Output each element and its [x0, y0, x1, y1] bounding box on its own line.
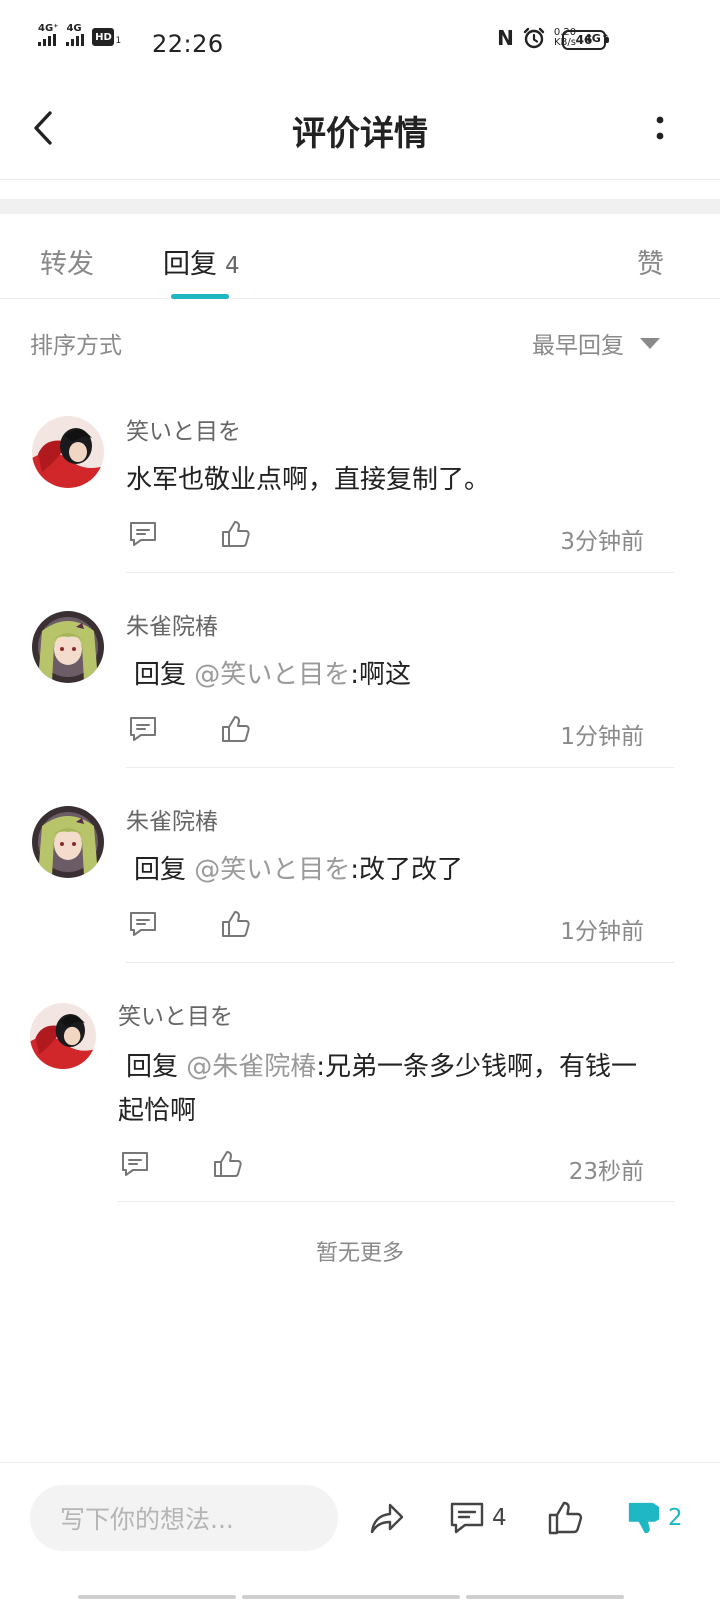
- bottom-action-bar: 写下你的想法... 4 2: [0, 1462, 720, 1605]
- comment-text: 回复 @朱雀院椿:兄弟一条多少钱啊，有钱一起恰啊: [118, 1045, 678, 1133]
- comment-text: 回复 @笑いと目を:啊这: [134, 653, 411, 697]
- thumbs-up-icon: [548, 1501, 583, 1535]
- comment-body: :兄弟一条多少钱啊，有钱一: [316, 1052, 638, 1082]
- avatar[interactable]: [32, 416, 104, 488]
- comment-username[interactable]: 笑いと目を: [118, 997, 233, 1031]
- divider: [126, 962, 674, 963]
- sort-dropdown[interactable]: 最早回复: [532, 326, 660, 360]
- comment-username[interactable]: 笑いと目を: [126, 412, 241, 446]
- tab-reply-label: 回复: [163, 249, 217, 280]
- comment-item: 朱雀院椿 回复 @笑いと目を:改了改了 1分钟前: [0, 800, 720, 965]
- comment-item: 朱雀院椿 回复 @笑いと目を:啊这 1分钟前: [0, 605, 720, 770]
- no-more-text: 暂无更多: [315, 1241, 404, 1266]
- thumbs-down-icon: [628, 1502, 660, 1534]
- gesture-bar-segment: [78, 1595, 236, 1599]
- battery-icon: 46: [562, 30, 609, 50]
- share-button[interactable]: [368, 1499, 406, 1537]
- comment-time: 3分钟前: [560, 529, 644, 555]
- divider: [118, 1201, 674, 1202]
- tab-bar: 转发 回复 4 赞: [0, 214, 720, 299]
- like-icon[interactable]: [219, 518, 251, 550]
- comment-text: 水军也敬业点啊，直接复制了。: [126, 458, 490, 502]
- comment-count: 4: [492, 1505, 507, 1531]
- signal-2-label: 4G: [66, 23, 82, 34]
- more-vertical-icon: [656, 116, 664, 140]
- more-button[interactable]: [650, 110, 670, 146]
- signal-2: 4G: [66, 23, 85, 46]
- like-button[interactable]: [546, 1499, 584, 1537]
- divider: [126, 572, 674, 573]
- comment-time: 1分钟前: [560, 919, 644, 945]
- comment-body: :改了改了: [350, 855, 464, 885]
- comment-input-placeholder: 写下你的想法...: [60, 1505, 234, 1534]
- hd-sub: 1: [115, 36, 122, 46]
- reply-icon[interactable]: [127, 713, 159, 745]
- nfc-icon: N: [497, 26, 514, 50]
- reply-icon[interactable]: [119, 1148, 151, 1180]
- status-bar: 4G⁺ 4G HD 1 22:26 N 0.20 KB/s 4G↑ 46: [0, 0, 720, 80]
- alarm-icon: [523, 27, 545, 49]
- comment-item: 笑いと目を 水军也敬业点啊，直接复制了。 3分钟前: [0, 410, 720, 575]
- dislike-count: 2: [668, 1505, 683, 1531]
- reply-icon[interactable]: [127, 908, 159, 940]
- comment-body: 水军也敬业点啊，直接复制了。: [126, 465, 491, 495]
- reply-prefix: 回复: [134, 660, 195, 690]
- mention-link[interactable]: @笑いと目を: [194, 855, 350, 885]
- gesture-bar-segment: [466, 1595, 624, 1599]
- avatar[interactable]: [32, 806, 104, 878]
- section-divider: [0, 199, 720, 214]
- comment-item: 笑いと目を 回复 @朱雀院椿:兄弟一条多少钱啊，有钱一起恰啊 23秒前: [0, 995, 720, 1205]
- battery-level: 46: [575, 33, 593, 47]
- comment-button[interactable]: 4: [448, 1499, 507, 1537]
- reply-prefix: 回复: [126, 1052, 187, 1082]
- signal-1-label: 4G⁺: [38, 23, 59, 34]
- clock: 22:26: [152, 30, 224, 58]
- like-icon[interactable]: [219, 713, 251, 745]
- signal-bars-icon: [38, 34, 56, 46]
- tab-reply[interactable]: 回复 4: [163, 242, 240, 281]
- mention-link[interactable]: @朱雀院椿: [186, 1052, 316, 1082]
- avatar[interactable]: [32, 611, 104, 683]
- active-tab-indicator: [171, 294, 229, 299]
- avatar[interactable]: [30, 1003, 96, 1069]
- sort-value: 最早回复: [532, 333, 624, 359]
- sort-label: 排序方式: [30, 333, 122, 359]
- dislike-button[interactable]: 2: [626, 1499, 683, 1537]
- tab-like[interactable]: 赞: [637, 242, 664, 281]
- signal-1: 4G⁺: [38, 24, 58, 46]
- comment-input[interactable]: 写下你的想法...: [30, 1485, 338, 1551]
- reply-prefix: 回复: [134, 855, 195, 885]
- mention-link[interactable]: @笑いと目を: [194, 660, 350, 690]
- comment-time: 23秒前: [568, 1159, 644, 1185]
- divider: [126, 767, 674, 768]
- comment-body-line2: 起恰啊: [118, 1096, 197, 1126]
- page-title: 评价详情: [292, 114, 428, 154]
- signal-bars-icon: [66, 34, 85, 46]
- comment-text: 回复 @笑いと目を:改了改了: [134, 848, 463, 892]
- gesture-bar-segment: [242, 1595, 460, 1599]
- like-icon[interactable]: [211, 1148, 243, 1180]
- caret-down-icon: [640, 337, 660, 349]
- comment-time: 1分钟前: [560, 724, 644, 750]
- comment-username[interactable]: 朱雀院椿: [126, 802, 218, 836]
- hd-label: HD: [92, 28, 115, 46]
- hd-badge: HD 1: [92, 28, 121, 46]
- tab-reply-count: 4: [225, 253, 240, 279]
- reply-icon[interactable]: [127, 518, 159, 550]
- comment-username[interactable]: 朱雀院椿: [126, 607, 218, 641]
- tab-forward[interactable]: 转发: [40, 242, 94, 281]
- top-bar: 评价详情: [0, 80, 720, 180]
- comment-body: :啊这: [350, 660, 412, 690]
- like-icon[interactable]: [219, 908, 251, 940]
- comment-icon: [450, 1502, 484, 1534]
- share-icon: [370, 1503, 404, 1534]
